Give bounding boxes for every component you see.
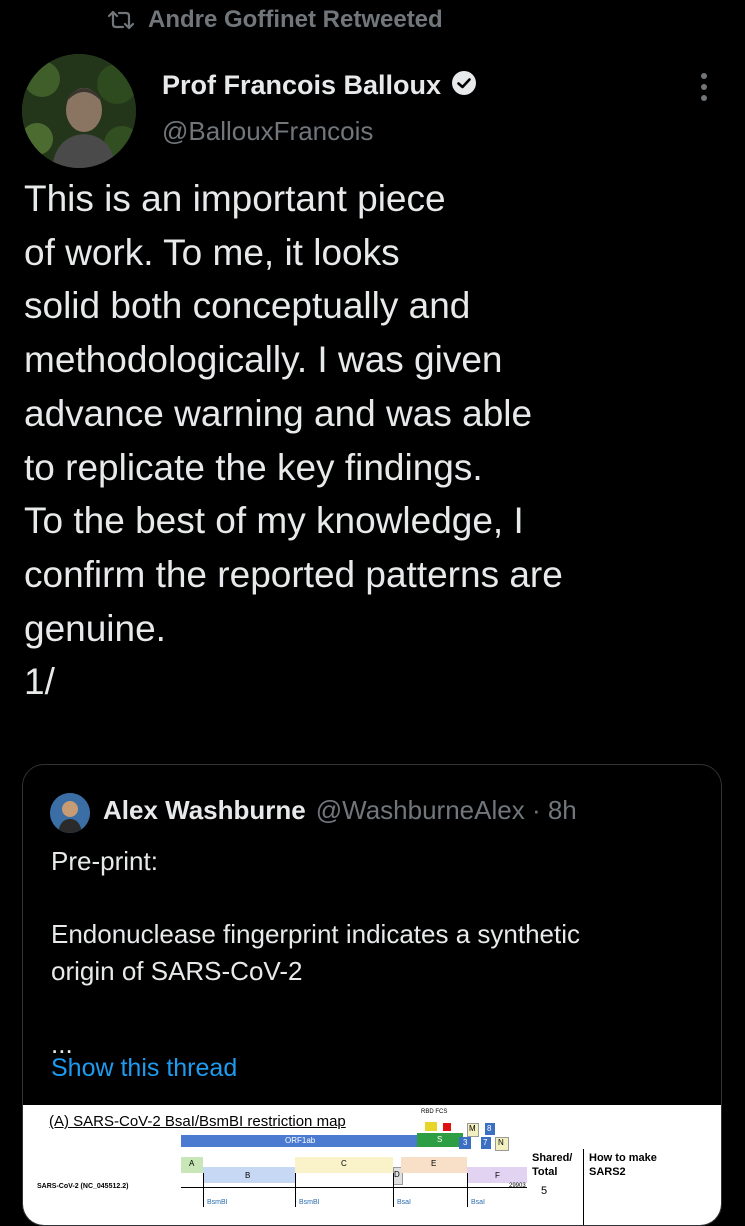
retweet-icon [108,9,134,31]
author-name[interactable]: Prof Francois Balloux [162,70,441,101]
table-divider [583,1149,584,1225]
fcs-marker [443,1123,451,1131]
site-line-1 [203,1173,204,1207]
site-label-3: BsaI [397,1199,412,1206]
quoted-tweet[interactable]: Alex Washburne @WashburneAlex · 8h Pre-p… [22,764,722,1226]
retweet-context: Andre Goffinet Retweeted [108,6,443,34]
site-line-4 [467,1173,468,1207]
segment-c-label: C [341,1159,347,1168]
author-handle[interactable]: @BallouxFrancois [162,116,373,147]
shared-total-header: Shared/ Total [532,1152,573,1178]
gene-m-label: M [469,1124,476,1133]
genome-label: SARS-CoV-2 (NC_045512.2) [37,1183,129,1190]
gene-8-label: 8 [487,1124,492,1133]
rbd-label: RBD FCS [421,1109,448,1115]
verified-badge-icon [451,70,477,101]
show-thread-link[interactable]: Show this thread [51,1054,237,1083]
site-label-2: BsmBI [299,1199,320,1206]
site-label-4: BsaI [471,1199,486,1206]
avatar[interactable] [22,54,136,168]
gene-3-label: 3 [463,1138,468,1147]
rbd-marker [425,1122,437,1131]
retweet-label[interactable]: Andre Goffinet Retweeted [148,6,443,34]
gene-s-label: S [437,1135,443,1144]
quoted-figure[interactable]: (A) SARS-CoV-2 BsaI/BsmBI restriction ma… [23,1105,721,1225]
quoted-author-meta[interactable]: @WashburneAlex · 8h [316,795,577,826]
figure-title: (A) SARS-CoV-2 BsaI/BsmBI restriction ma… [49,1113,346,1130]
segment-f-label: F [495,1171,500,1180]
orf1ab-label: ORF1ab [285,1136,316,1145]
gene-n-label: N [498,1138,504,1147]
quoted-avatar[interactable] [50,793,90,833]
segment-a-label: A [189,1159,195,1168]
how-to-make-header: How to make SARS2 [589,1152,657,1178]
segment-d-label: D [394,1170,400,1179]
quoted-text: Pre-print: Endonuclease fingerprint indi… [51,846,580,1059]
site-line-2 [295,1173,296,1207]
site-line-3 [393,1173,394,1207]
site-label-1: BsmBI [207,1199,228,1206]
more-options-icon[interactable] [694,70,714,109]
quoted-author-name[interactable]: Alex Washburne [103,795,306,826]
tweet-text: This is an important piece of work. To m… [24,178,563,703]
genome-line [181,1187,527,1188]
segment-e-label: E [431,1159,437,1168]
gene-7-label: 7 [483,1138,488,1147]
genome-end-label: 29903 [509,1183,526,1189]
shared-count: 5 [541,1185,548,1197]
segment-b-label: B [245,1171,251,1180]
